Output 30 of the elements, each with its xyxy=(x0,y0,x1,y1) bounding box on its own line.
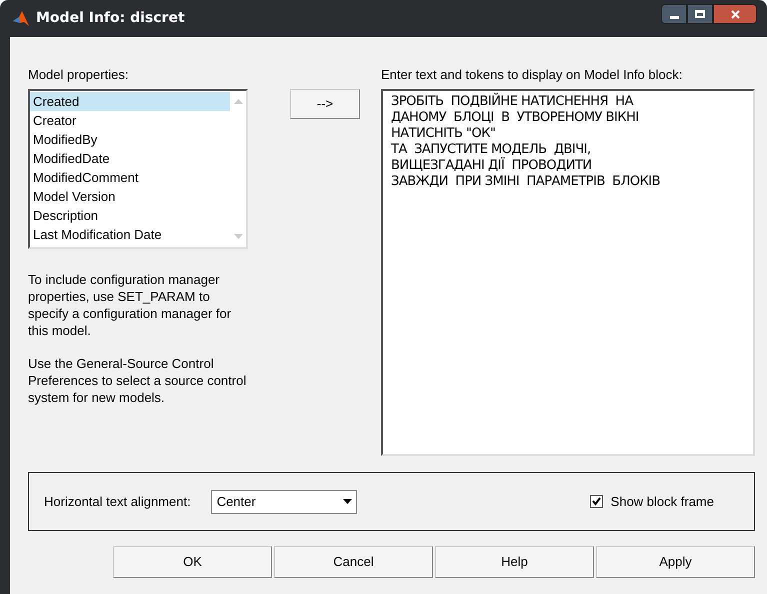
dialog-button[interactable]: OK xyxy=(113,546,272,578)
close-button[interactable] xyxy=(713,4,757,24)
info-paragraph: Use the General-Source Control Preferences to select a source control system for new models. xyxy=(28,355,248,406)
property-item[interactable]: Creator xyxy=(30,111,230,130)
property-item[interactable]: ModifiedDate xyxy=(30,149,230,168)
dialog-button[interactable]: Apply xyxy=(596,546,755,578)
close-icon xyxy=(730,10,740,18)
property-item[interactable]: Description xyxy=(30,206,230,225)
info-paragraph: To include configuration manager properties, use SET_PARAM to specify a configuration manager for this model. xyxy=(28,271,232,339)
property-item[interactable]: Model Version xyxy=(30,187,230,206)
matlab-logo-icon xyxy=(12,10,30,28)
show-frame-label: Show block frame xyxy=(610,492,714,511)
dropdown-arrow-icon xyxy=(342,499,352,504)
property-item[interactable]: ModifiedBy xyxy=(30,130,230,149)
check-icon xyxy=(592,497,601,506)
window-title: Model Info: discret xyxy=(36,9,185,28)
dialog-button[interactable]: Help xyxy=(435,546,594,578)
dialog-button[interactable]: Cancel xyxy=(274,546,433,578)
property-item[interactable]: Last Modification Date xyxy=(30,225,230,244)
maximize-button[interactable] xyxy=(687,4,713,24)
property-item[interactable]: Created xyxy=(30,92,230,111)
property-item[interactable]: ModifiedComment xyxy=(30,168,230,187)
properties-label: Model properties: xyxy=(28,66,130,81)
minimize-button[interactable] xyxy=(661,4,687,24)
insert-button[interactable]: --> xyxy=(290,89,360,119)
show-frame-checkbox[interactable] xyxy=(590,495,603,508)
alignment-dropdown[interactable]: Center xyxy=(210,490,357,514)
text-area-label: Enter text and tokens to display on Model Info block: xyxy=(381,66,684,81)
alignment-label: Horizontal text alignment: xyxy=(44,492,191,511)
text-area[interactable]: ЗРОБІТЬ ПОДВІЙНЕ НАТИСНЕННЯ НА ДАНОМУ БЛОЦІ В УТВОРЕНОМУ ВІКНІ НАТИСНІТЬ "ОК" ТА ЗАПУСТИТЕ МОДЕЛЬ ДВІЧІ, ВИЩЕЗГАДАНІ ДІЇ ПРОВОДИТИ ЗАВЖДИ ПРИ ЗМІНІ ПАРАМЕТРІВ БЛОКІВ xyxy=(381,89,755,456)
